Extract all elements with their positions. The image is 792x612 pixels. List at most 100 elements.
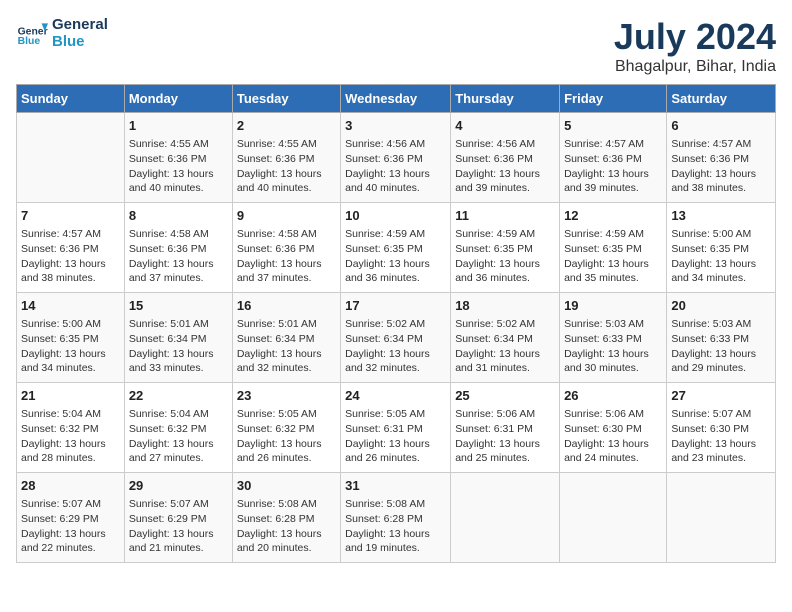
page-header: General Blue General Blue July 2024 Bhag… [16, 16, 776, 76]
day-info: Sunrise: 4:59 AM Sunset: 6:35 PM Dayligh… [564, 227, 662, 286]
day-info: Sunrise: 5:02 AM Sunset: 6:34 PM Dayligh… [455, 317, 555, 376]
calendar-cell: 15Sunrise: 5:01 AM Sunset: 6:34 PM Dayli… [124, 293, 232, 383]
calendar-cell: 26 Sunrise: 5:06 AM Sunset: 6:30 PM Dayli… [560, 383, 667, 473]
day-info: Sunrise: 5:05 AM Sunset: 6:31 PM Dayligh… [345, 407, 446, 466]
calendar-cell: 31Sunrise: 5:08 AM Sunset: 6:28 PM Dayli… [341, 473, 451, 563]
weekday-header-row: SundayMondayTuesdayWednesdayThursdayFrid… [17, 85, 776, 113]
calendar-cell: 28 Sunrise: 5:07 AM Sunset: 6:29 PM Dayli… [17, 473, 125, 563]
day-info: Sunrise: 4:56 AM Sunset: 6:36 PM Dayligh… [345, 137, 446, 196]
day-number: 9 [237, 207, 336, 225]
day-info: Sunrise: 5:07 AM Sunset: 6:29 PM Dayligh… [21, 497, 120, 556]
day-info: Sunrise: 5:06 AM Sunset: 6:31 PM Dayligh… [455, 407, 555, 466]
day-info: Sunrise: 5:00 AM Sunset: 6:35 PM Dayligh… [671, 227, 771, 286]
calendar-cell: 30 Sunrise: 5:08 AM Sunset: 6:28 PM Dayli… [232, 473, 340, 563]
day-number: 11 [455, 207, 555, 225]
week-row-3: 14 Sunrise: 5:00 AM Sunset: 6:35 PM Dayli… [17, 293, 776, 383]
day-number: 13 [671, 207, 771, 225]
day-number: 10 [345, 207, 446, 225]
calendar-cell: 24Sunrise: 5:05 AM Sunset: 6:31 PM Dayli… [341, 383, 451, 473]
svg-text:Blue: Blue [18, 36, 41, 47]
day-info: Sunrise: 5:04 AM Sunset: 6:32 PM Dayligh… [129, 407, 228, 466]
day-number: 14 [21, 297, 120, 315]
day-info: Sunrise: 5:01 AM Sunset: 6:34 PM Dayligh… [237, 317, 336, 376]
day-info: Sunrise: 4:57 AM Sunset: 6:36 PM Dayligh… [564, 137, 662, 196]
day-number: 25 [455, 387, 555, 405]
day-number: 2 [237, 117, 336, 135]
calendar-cell: 13 Sunrise: 5:00 AM Sunset: 6:35 PM Dayli… [667, 203, 776, 293]
weekday-header-tuesday: Tuesday [232, 85, 340, 113]
calendar-cell: 3 Sunrise: 4:56 AM Sunset: 6:36 PM Daylig… [341, 113, 451, 203]
calendar-table: SundayMondayTuesdayWednesdayThursdayFrid… [16, 84, 776, 563]
logo-line1: General [52, 16, 108, 33]
week-row-4: 21 Sunrise: 5:04 AM Sunset: 6:32 PM Dayli… [17, 383, 776, 473]
day-number: 20 [671, 297, 771, 315]
calendar-cell: 19 Sunrise: 5:03 AM Sunset: 6:33 PM Dayli… [560, 293, 667, 383]
calendar-cell: 25 Sunrise: 5:06 AM Sunset: 6:31 PM Dayli… [451, 383, 560, 473]
day-info: Sunrise: 4:55 AM Sunset: 6:36 PM Dayligh… [237, 137, 336, 196]
calendar-cell: 9 Sunrise: 4:58 AM Sunset: 6:36 PM Daylig… [232, 203, 340, 293]
day-info: Sunrise: 5:03 AM Sunset: 6:33 PM Dayligh… [564, 317, 662, 376]
weekday-header-friday: Friday [560, 85, 667, 113]
calendar-cell: 27Sunrise: 5:07 AM Sunset: 6:30 PM Dayli… [667, 383, 776, 473]
day-number: 23 [237, 387, 336, 405]
weekday-header-wednesday: Wednesday [341, 85, 451, 113]
day-number: 12 [564, 207, 662, 225]
day-number: 18 [455, 297, 555, 315]
day-number: 1 [129, 117, 228, 135]
calendar-cell: 16 Sunrise: 5:01 AM Sunset: 6:34 PM Dayli… [232, 293, 340, 383]
day-number: 3 [345, 117, 446, 135]
day-number: 7 [21, 207, 120, 225]
day-number: 8 [129, 207, 228, 225]
day-number: 28 [21, 477, 120, 495]
day-info: Sunrise: 4:58 AM Sunset: 6:36 PM Dayligh… [237, 227, 336, 286]
day-number: 4 [455, 117, 555, 135]
day-number: 5 [564, 117, 662, 135]
week-row-5: 28 Sunrise: 5:07 AM Sunset: 6:29 PM Dayli… [17, 473, 776, 563]
day-info: Sunrise: 4:57 AM Sunset: 6:36 PM Dayligh… [21, 227, 120, 286]
day-number: 6 [671, 117, 771, 135]
day-info: Sunrise: 4:59 AM Sunset: 6:35 PM Dayligh… [455, 227, 555, 286]
day-info: Sunrise: 5:06 AM Sunset: 6:30 PM Dayligh… [564, 407, 662, 466]
calendar-cell [451, 473, 560, 563]
calendar-cell: 14 Sunrise: 5:00 AM Sunset: 6:35 PM Dayli… [17, 293, 125, 383]
day-number: 16 [237, 297, 336, 315]
weekday-header-thursday: Thursday [451, 85, 560, 113]
day-number: 15 [129, 297, 228, 315]
calendar-cell: 2 Sunrise: 4:55 AM Sunset: 6:36 PM Daylig… [232, 113, 340, 203]
calendar-cell: 18 Sunrise: 5:02 AM Sunset: 6:34 PM Dayli… [451, 293, 560, 383]
calendar-cell: 20Sunrise: 5:03 AM Sunset: 6:33 PM Dayli… [667, 293, 776, 383]
day-number: 27 [671, 387, 771, 405]
day-number: 19 [564, 297, 662, 315]
weekday-header-saturday: Saturday [667, 85, 776, 113]
logo-icon: General Blue [16, 17, 48, 49]
calendar-cell: 17Sunrise: 5:02 AM Sunset: 6:34 PM Dayli… [341, 293, 451, 383]
calendar-cell [560, 473, 667, 563]
day-info: Sunrise: 5:08 AM Sunset: 6:28 PM Dayligh… [237, 497, 336, 556]
day-info: Sunrise: 5:00 AM Sunset: 6:35 PM Dayligh… [21, 317, 120, 376]
day-info: Sunrise: 5:07 AM Sunset: 6:29 PM Dayligh… [129, 497, 228, 556]
calendar-cell: 21Sunrise: 5:04 AM Sunset: 6:32 PM Dayli… [17, 383, 125, 473]
day-number: 30 [237, 477, 336, 495]
calendar-cell: 1 Sunrise: 4:55 AM Sunset: 6:36 PM Daylig… [124, 113, 232, 203]
weekday-header-monday: Monday [124, 85, 232, 113]
day-number: 29 [129, 477, 228, 495]
logo: General Blue General Blue [16, 16, 108, 50]
day-number: 31 [345, 477, 446, 495]
day-number: 21 [21, 387, 120, 405]
calendar-cell: 5 Sunrise: 4:57 AM Sunset: 6:36 PM Daylig… [560, 113, 667, 203]
weekday-header-sunday: Sunday [17, 85, 125, 113]
day-info: Sunrise: 4:55 AM Sunset: 6:36 PM Dayligh… [129, 137, 228, 196]
day-info: Sunrise: 4:58 AM Sunset: 6:36 PM Dayligh… [129, 227, 228, 286]
day-number: 17 [345, 297, 446, 315]
month-title: July 2024 [614, 16, 776, 58]
calendar-cell: 22 Sunrise: 5:04 AM Sunset: 6:32 PM Dayli… [124, 383, 232, 473]
day-number: 22 [129, 387, 228, 405]
calendar-cell [17, 113, 125, 203]
calendar-cell: 11 Sunrise: 4:59 AM Sunset: 6:35 PM Dayli… [451, 203, 560, 293]
week-row-1: 1 Sunrise: 4:55 AM Sunset: 6:36 PM Daylig… [17, 113, 776, 203]
calendar-cell: 10Sunrise: 4:59 AM Sunset: 6:35 PM Dayli… [341, 203, 451, 293]
title-block: July 2024 Bhagalpur, Bihar, India [614, 16, 776, 76]
day-number: 26 [564, 387, 662, 405]
calendar-cell: 29 Sunrise: 5:07 AM Sunset: 6:29 PM Dayli… [124, 473, 232, 563]
calendar-cell: 7 Sunrise: 4:57 AM Sunset: 6:36 PM Daylig… [17, 203, 125, 293]
